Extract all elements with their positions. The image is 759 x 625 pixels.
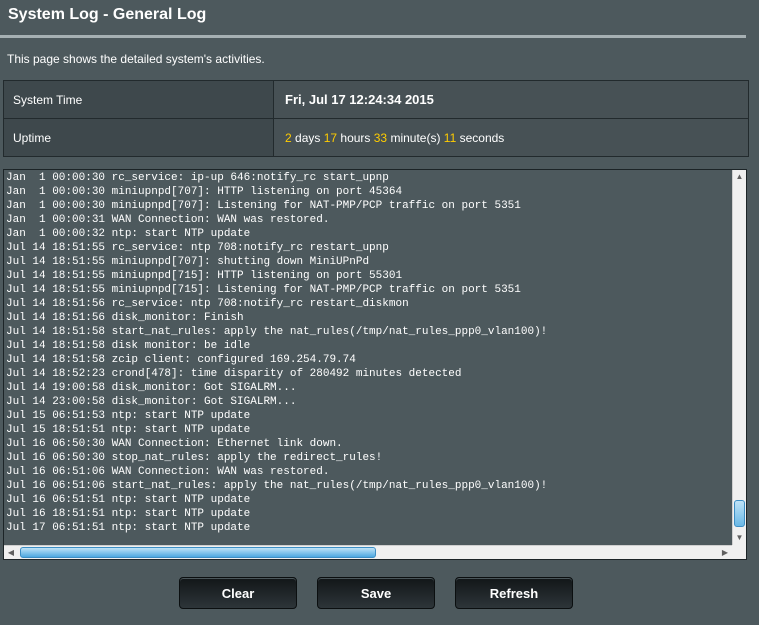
- uptime-row: Uptime 2 days 17 hours 33 minute(s) 11 s…: [3, 118, 749, 157]
- system-time-value: Fri, Jul 17 12:24:34 2015: [285, 92, 434, 107]
- uptime-seconds: 11: [443, 130, 457, 145]
- log-line: Jul 14 18:51:56 rc_service: ntp 708:noti…: [6, 298, 409, 310]
- uptime-days-label: days: [291, 130, 324, 145]
- horizontal-scrollbar[interactable]: ◀ ▶: [4, 545, 732, 559]
- uptime-hours-label: hours: [337, 130, 374, 145]
- uptime-label: Uptime: [3, 118, 274, 157]
- vertical-scrollbar[interactable]: ▲ ▼: [732, 170, 746, 545]
- scrollbar-corner: [732, 545, 746, 559]
- system-time-label: System Time: [3, 80, 274, 119]
- save-button[interactable]: Save: [317, 577, 435, 609]
- uptime-value: 2 days 17 hours 33 minute(s) 11 seconds: [273, 118, 749, 157]
- log-line: Jul 14 18:51:55 rc_service: ntp 708:noti…: [6, 242, 389, 254]
- arrow-right-icon[interactable]: ▶: [718, 546, 732, 559]
- log-line: Jan 1 00:00:32 ntp: start NTP update: [6, 228, 251, 240]
- refresh-button[interactable]: Refresh: [455, 577, 573, 609]
- log-line: Jul 17 06:51:51 ntp: start NTP update: [6, 522, 251, 534]
- uptime-seconds-label: seconds: [456, 130, 505, 145]
- log-line: Jul 14 18:52:23 crond[478]: time dispari…: [6, 368, 462, 380]
- log-line: Jul 14 19:00:58 disk_monitor: Got SIGALR…: [6, 382, 297, 394]
- log-line: Jan 1 00:00:30 miniupnpd[707]: Listening…: [6, 200, 521, 212]
- page-title: System Log - General Log: [8, 6, 207, 23]
- log-line: Jul 16 06:51:51 ntp: start NTP update: [6, 494, 251, 506]
- log-line: Jul 14 18:51:55 miniupnpd[715]: Listenin…: [6, 284, 521, 296]
- uptime-minutes: 33: [373, 130, 388, 145]
- log-line: Jan 1 00:00:30 rc_service: ip-up 646:not…: [6, 172, 389, 184]
- arrow-left-icon[interactable]: ◀: [4, 546, 18, 559]
- log-line: Jul 14 18:51:58 start_nat_rules: apply t…: [6, 326, 548, 338]
- system-time-cell: Fri, Jul 17 12:24:34 2015: [273, 80, 749, 119]
- vertical-scroll-thumb[interactable]: [734, 500, 745, 527]
- uptime-days: 2: [285, 130, 292, 145]
- log-line: Jul 16 18:51:51 ntp: start NTP update: [6, 508, 251, 520]
- log-line: Jul 14 18:51:55 miniupnpd[707]: shutting…: [6, 256, 370, 268]
- log-line: Jan 1 00:00:30 miniupnpd[707]: HTTP list…: [6, 186, 403, 198]
- log-line: Jul 14 18:51:58 disk monitor: be idle: [6, 340, 251, 352]
- log-line: Jul 15 06:51:53 ntp: start NTP update: [6, 410, 251, 422]
- log-line: Jul 16 06:50:30 stop_nat_rules: apply th…: [6, 452, 383, 464]
- log-line: Jul 16 06:51:06 WAN Connection: WAN was …: [6, 466, 330, 478]
- system-time-row: System Time Fri, Jul 17 12:24:34 2015: [3, 80, 749, 119]
- uptime-minutes-label: minute(s): [387, 130, 444, 145]
- log-line: Jan 1 00:00:31 WAN Connection: WAN was r…: [6, 214, 330, 226]
- clear-button[interactable]: Clear: [179, 577, 297, 609]
- log-line: Jul 14 18:51:55 miniupnpd[715]: HTTP lis…: [6, 270, 403, 282]
- title-divider: [0, 35, 746, 38]
- uptime-hours: 17: [323, 130, 338, 145]
- arrow-down-icon[interactable]: ▼: [733, 531, 746, 545]
- log-line: Jul 14 18:51:58 zcip client: configured …: [6, 354, 356, 366]
- horizontal-scroll-thumb[interactable]: [20, 547, 376, 558]
- log-line: Jul 16 06:51:06 start_nat_rules: apply t…: [6, 480, 548, 492]
- arrow-up-icon[interactable]: ▲: [733, 170, 746, 184]
- log-line: Jul 14 18:51:56 disk_monitor: Finish: [6, 312, 244, 324]
- system-info-table: System Time Fri, Jul 17 12:24:34 2015 Up…: [3, 80, 749, 157]
- log-line: Jul 15 18:51:51 ntp: start NTP update: [6, 424, 251, 436]
- page-description: This page shows the detailed system's ac…: [7, 52, 265, 66]
- log-line: Jul 14 23:00:58 disk_monitor: Got SIGALR…: [6, 396, 297, 408]
- log-textarea[interactable]: Jan 1 00:00:30 rc_service: ip-up 646:not…: [3, 169, 747, 560]
- log-content[interactable]: Jan 1 00:00:30 rc_service: ip-up 646:not…: [6, 171, 732, 545]
- log-line: Jul 16 06:50:30 WAN Connection: Ethernet…: [6, 438, 343, 450]
